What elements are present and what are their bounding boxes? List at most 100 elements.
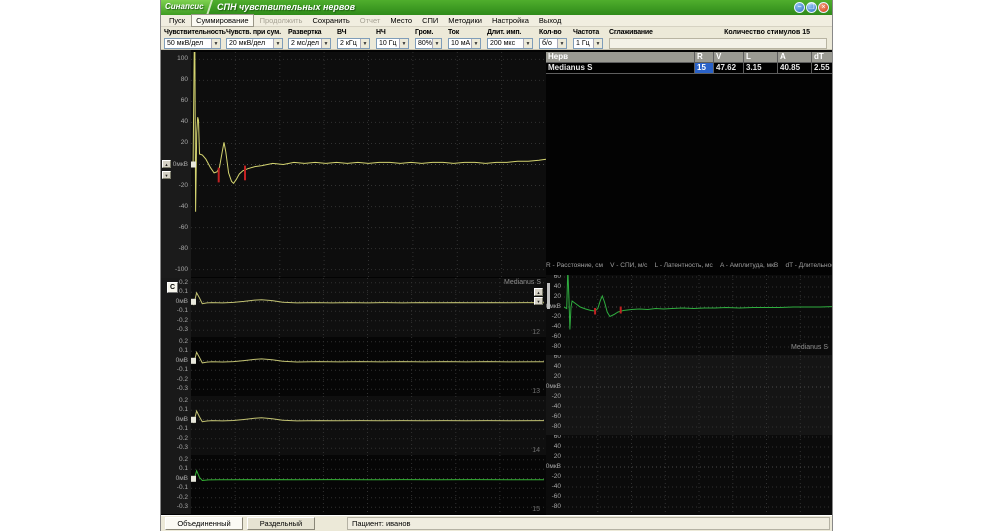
menu-item-metodiki[interactable]: Методики — [444, 15, 486, 26]
y-axis-tick: 60 — [554, 435, 561, 441]
table-row[interactable]: Medianus S 15 47.62 3.15 40.85 2.55 — [546, 63, 832, 74]
chevron-down-icon[interactable]: ▼ — [399, 39, 408, 48]
sweep-select[interactable]: 2 мс/дел▼ — [288, 38, 331, 49]
y-axis-tick: 0.2 — [179, 338, 188, 346]
chevron-down-icon[interactable]: ▼ — [471, 39, 480, 48]
chevron-down-icon[interactable]: ▼ — [211, 39, 220, 48]
sweep-scale-up-icon[interactable]: ▲ — [534, 288, 543, 296]
menu-item-spi[interactable]: СПИ — [418, 15, 442, 26]
current-label: Ток — [448, 29, 459, 36]
lf-select[interactable]: 10 Гц▼ — [376, 38, 409, 49]
summary-chart-3[interactable] — [564, 435, 832, 515]
sweep-label: Развертка — [288, 29, 321, 36]
cell-a[interactable]: 40.85 — [778, 63, 812, 74]
y-axis-tick: -60 — [179, 224, 188, 232]
y-axis-tick: -80 — [552, 343, 561, 351]
trace-number: 13 — [532, 388, 540, 395]
chevron-down-icon[interactable]: ▼ — [273, 39, 282, 48]
y-axis-tick: -80 — [179, 245, 188, 253]
hf-value: 2 кГц — [340, 40, 357, 47]
menu-item-summirovanie[interactable]: Суммирование — [191, 14, 254, 27]
main-chart[interactable] — [191, 52, 546, 277]
y-axis-tick: 40 — [554, 443, 561, 451]
close-icon[interactable]: × — [818, 2, 829, 13]
c-button[interactable]: C — [167, 282, 178, 293]
hf-select[interactable]: 2 кГц▼ — [337, 38, 370, 49]
y-axis-tick: -0.2 — [177, 317, 188, 325]
chevron-down-icon[interactable]: ▼ — [523, 39, 532, 48]
sweep-panel-nerve-label: Medianus S — [451, 279, 541, 286]
trace-number: 15 — [532, 506, 540, 513]
cell-l[interactable]: 3.15 — [744, 63, 778, 74]
pulse-duration-select[interactable]: 200 мкс▼ — [487, 38, 533, 49]
y-axis-tick: -40 — [552, 323, 561, 331]
screenshot-page: Синапсис СПН чувствительных нервов − ❐ ×… — [0, 0, 1000, 531]
count-select[interactable]: б/о ▼ — [539, 38, 567, 49]
results-table: Нерв R V L A dT Medianus S 15 47.62 3.15… — [546, 52, 832, 74]
sweep-chart-13[interactable]: 13 — [191, 337, 544, 396]
cell-dt[interactable]: 2.55 — [812, 63, 832, 74]
header-r: R — [695, 52, 714, 63]
lf-label: НЧ — [376, 29, 386, 36]
y-axis-tick: 100 — [177, 55, 188, 63]
frequency-label: Частота — [573, 29, 599, 36]
hf-label: ВЧ — [337, 29, 346, 36]
frequency-select[interactable]: 1 Гц▼ — [573, 38, 603, 49]
smoothing-field[interactable] — [609, 38, 827, 49]
menu-item-pusk[interactable]: Пуск — [165, 15, 189, 26]
sweep-14-y-axis: 0.20.10мВ-0.1-0.2-0.3 — [161, 396, 191, 455]
trace-number: 14 — [532, 447, 540, 454]
y-axis-tick: -80 — [552, 423, 561, 431]
y-axis-tick: -0.2 — [177, 376, 188, 384]
chevron-down-icon[interactable]: ▼ — [432, 39, 441, 48]
sweep-chart-15[interactable]: 15 — [191, 455, 544, 514]
volume-value: 80% — [418, 40, 432, 47]
y-axis-tick: -60 — [552, 333, 561, 341]
tab-separate[interactable]: Раздельный — [247, 517, 315, 530]
tab-combined[interactable]: Объединенный — [165, 517, 243, 530]
panel-splitter-handle[interactable] — [547, 283, 550, 309]
chevron-down-icon[interactable]: ▼ — [593, 39, 602, 48]
y-axis-tick: -0.3 — [177, 503, 188, 511]
y-axis-tick: 20 — [554, 293, 561, 301]
y-axis-tick: 0.2 — [179, 456, 188, 464]
sensitivity-select[interactable]: 50 мкВ/дел▼ — [164, 38, 221, 49]
y-axis-tick: -80 — [552, 503, 561, 511]
y-axis-tick: -20 — [179, 182, 188, 190]
sweep-chart-12[interactable]: 12 — [191, 278, 544, 337]
y-axis-tick: 0мВ — [176, 475, 188, 483]
menu-item-nastroika[interactable]: Настройка — [488, 15, 533, 26]
sum-sensitivity-select[interactable]: 20 мкВ/дел▼ — [226, 38, 283, 49]
menu-item-sohranit[interactable]: Сохранить — [308, 15, 353, 26]
smoothing-label: Сглаживание — [609, 29, 653, 36]
sweep-chart-14[interactable]: 14 — [191, 396, 544, 455]
scale-down-icon[interactable]: ▼ — [162, 171, 171, 179]
count-label: Кол-во — [539, 29, 561, 36]
sweep-scale-down-icon[interactable]: ▼ — [534, 297, 543, 305]
current-value: 10 мА — [451, 40, 470, 47]
count-value: б/о — [542, 40, 552, 47]
chevron-down-icon[interactable]: ▼ — [360, 39, 369, 48]
current-select[interactable]: 10 мА▼ — [448, 38, 481, 49]
sweep-row-13: 0.20.10мВ-0.1-0.2-0.3 13 — [161, 337, 546, 396]
menu-item-vyhod[interactable]: Выход — [535, 15, 565, 26]
volume-select[interactable]: 80%▼ — [415, 38, 442, 49]
stimulus-count-label: Количество стимулов 15 — [724, 29, 810, 36]
cell-v[interactable]: 47.62 — [714, 63, 744, 74]
cell-r[interactable]: 15 — [695, 63, 714, 74]
chevron-down-icon[interactable]: ▼ — [321, 39, 330, 48]
cell-nerve[interactable]: Medianus S — [546, 63, 695, 74]
y-axis-tick: 60 — [181, 97, 188, 105]
summary-chart-1[interactable]: Medianus S — [564, 275, 832, 355]
minimize-icon[interactable]: − — [794, 2, 805, 13]
window-title: СПН чувствительных нервов — [217, 2, 355, 12]
menu-item-mesto[interactable]: Место — [386, 15, 416, 26]
scale-up-icon[interactable]: ▲ — [162, 160, 171, 168]
maximize-icon[interactable]: ❐ — [806, 2, 817, 13]
y-axis-tick: 0мкВ — [546, 383, 561, 391]
window-controls: − ❐ × — [794, 2, 829, 13]
summary-chart-2[interactable] — [564, 355, 832, 435]
chevron-down-icon[interactable]: ▼ — [557, 39, 566, 48]
frequency-value: 1 Гц — [576, 40, 590, 47]
sweep-value: 2 мс/дел — [291, 40, 319, 47]
